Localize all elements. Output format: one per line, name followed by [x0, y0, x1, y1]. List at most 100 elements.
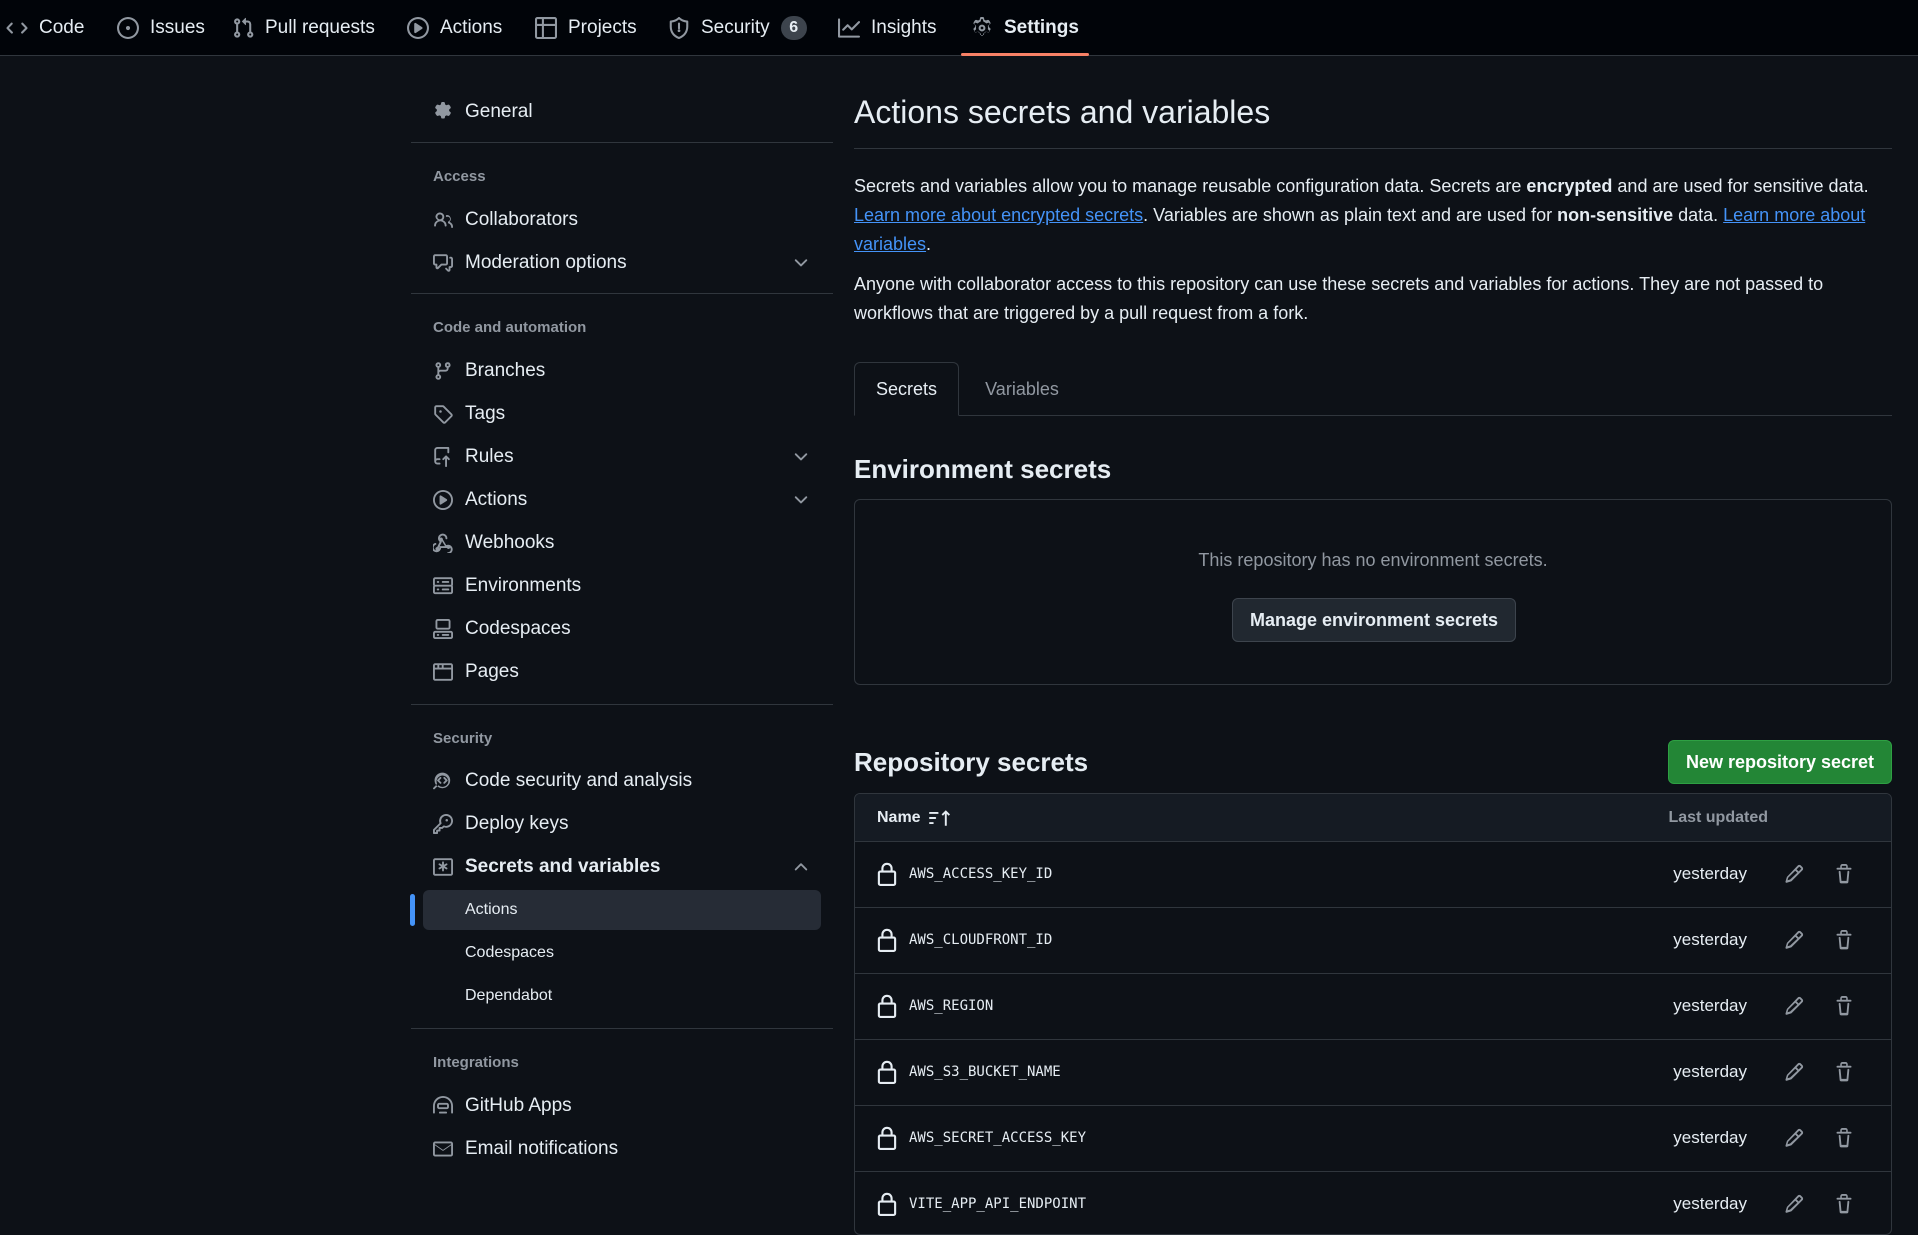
- browser-icon: [432, 661, 454, 683]
- secret-last-updated: yesterday: [1673, 996, 1747, 1015]
- chevron-down-icon: [791, 253, 811, 273]
- sidebar-item-label: Secrets and variables: [465, 856, 661, 877]
- sidebar-item-branches[interactable]: Branches: [411, 351, 833, 391]
- gear-icon: [432, 101, 454, 123]
- sidebar-subitem-dependabot[interactable]: Dependabot: [423, 976, 833, 1016]
- pencil-icon[interactable]: [1781, 927, 1807, 953]
- tab-actions[interactable]: Actions: [407, 0, 502, 56]
- table-row: AWS_S3_BUCKET_NAME yesterday: [855, 1040, 1891, 1106]
- security-counter-badge: 6: [780, 16, 807, 40]
- table-header: Name Last updated: [855, 794, 1891, 842]
- environment-secrets-empty: This repository has no environment secre…: [1198, 550, 1548, 570]
- secret-name: AWS_SECRET_ACCESS_KEY: [909, 1130, 1087, 1146]
- codespaces-icon: [432, 618, 454, 640]
- tab-security[interactable]: Security 6: [668, 0, 807, 56]
- sidebar-item-label: Codespaces: [465, 618, 571, 639]
- trash-icon[interactable]: [1831, 1191, 1857, 1217]
- sidebar-item-label: General: [465, 101, 533, 122]
- desc-text: .: [926, 234, 932, 254]
- tab-pull-requests[interactable]: Pull requests: [232, 0, 375, 56]
- sidebar-item-email-notifications[interactable]: Email notifications: [411, 1129, 833, 1169]
- sidebar-subitem-label: Actions: [465, 901, 518, 918]
- sidebar-item-codespaces[interactable]: Codespaces: [411, 609, 833, 649]
- repo-nav: Code Issues Pull requests Actions Projec…: [0, 0, 1918, 56]
- pencil-icon[interactable]: [1781, 861, 1807, 887]
- sidebar-item-label: Pages: [465, 661, 519, 682]
- tab-issues[interactable]: Issues: [117, 0, 205, 56]
- manage-environment-secrets-button[interactable]: Manage environment secrets: [1232, 598, 1516, 642]
- sidebar-subitem-codespaces[interactable]: Codespaces: [423, 933, 833, 973]
- sidebar-item-rules[interactable]: Rules: [411, 437, 833, 477]
- sidebar-item-webhooks[interactable]: Webhooks: [411, 523, 833, 563]
- sidebar-item-label: Branches: [465, 360, 546, 381]
- sidebar-item-label: Collaborators: [465, 209, 578, 230]
- sidebar-item-deploy-keys[interactable]: Deploy keys: [411, 804, 833, 844]
- codescan-icon: [432, 770, 454, 792]
- environment-secrets-box: This repository has no environment secre…: [854, 499, 1892, 685]
- tab-projects-label: Projects: [568, 17, 637, 38]
- table-row: AWS_REGION yesterday: [855, 974, 1891, 1040]
- table-icon: [535, 17, 557, 39]
- sidebar-item-code-security[interactable]: Code security and analysis: [411, 761, 833, 801]
- tab-code[interactable]: Code: [6, 0, 84, 56]
- sidebar-divider: [411, 293, 833, 294]
- trash-icon[interactable]: [1831, 861, 1857, 887]
- tab-projects[interactable]: Projects: [535, 0, 637, 56]
- tab-settings[interactable]: Settings: [961, 0, 1089, 56]
- tab-insights[interactable]: Insights: [838, 0, 936, 56]
- sidebar-item-moderation-options[interactable]: Moderation options: [411, 243, 833, 283]
- desc-bold-non-sensitive: non-sensitive: [1557, 205, 1674, 225]
- sidebar-item-tags[interactable]: Tags: [411, 394, 833, 434]
- sidebar-subitem-actions[interactable]: Actions: [423, 890, 821, 930]
- tab-secrets[interactable]: Secrets: [854, 362, 959, 416]
- sidebar-item-github-apps[interactable]: GitHub Apps: [411, 1086, 833, 1126]
- secret-name: VITE_APP_API_ENDPOINT: [909, 1196, 1087, 1212]
- desc-text: and are used for sensitive data.: [1612, 176, 1869, 196]
- sidebar-item-general[interactable]: General: [411, 92, 833, 132]
- desc-bold-encrypted: encrypted: [1526, 176, 1613, 196]
- new-repository-secret-button[interactable]: New repository secret: [1668, 740, 1892, 784]
- comment-discussion-icon: [432, 252, 454, 274]
- lock-icon: [877, 1192, 897, 1216]
- trash-icon[interactable]: [1831, 993, 1857, 1019]
- trash-icon[interactable]: [1831, 927, 1857, 953]
- page-title: Actions secrets and variables: [854, 94, 1271, 130]
- desc-text: Secrets and variables allow you to manag…: [854, 176, 1527, 196]
- trash-icon[interactable]: [1831, 1059, 1857, 1085]
- pencil-icon[interactable]: [1781, 1191, 1807, 1217]
- secrets-variables-tabs: Secrets Variables: [854, 362, 1892, 416]
- tab-code-label: Code: [39, 17, 85, 38]
- column-name-label: Name: [877, 809, 921, 826]
- tab-security-label: Security: [701, 17, 770, 38]
- sidebar-item-label: Deploy keys: [465, 813, 569, 834]
- sidebar-item-label: Webhooks: [465, 532, 555, 553]
- pencil-icon[interactable]: [1781, 993, 1807, 1019]
- sidebar-item-secrets-and-variables[interactable]: Secrets and variables: [411, 847, 833, 887]
- sidebar-item-environments[interactable]: Environments: [411, 566, 833, 606]
- sidebar-item-label: Email notifications: [465, 1138, 619, 1159]
- sidebar-item-label: Rules: [465, 446, 514, 467]
- chevron-down-icon: [791, 490, 811, 510]
- play-icon: [407, 17, 429, 39]
- secret-name: AWS_ACCESS_KEY_ID: [909, 866, 1053, 882]
- tab-variables[interactable]: Variables: [962, 362, 1082, 416]
- sidebar-item-collaborators[interactable]: Collaborators: [411, 200, 833, 240]
- trash-icon[interactable]: [1831, 1125, 1857, 1151]
- secret-last-updated: yesterday: [1673, 1194, 1747, 1213]
- people-icon: [432, 209, 454, 231]
- sidebar-item-pages[interactable]: Pages: [411, 652, 833, 692]
- tab-settings-label: Settings: [1004, 17, 1079, 38]
- secret-name: AWS_CLOUDFRONT_ID: [909, 932, 1053, 948]
- sidebar-item-actions[interactable]: Actions: [411, 480, 833, 520]
- git-pull-request-icon: [232, 17, 254, 39]
- key-asterisk-icon: [432, 856, 454, 878]
- column-name-sort[interactable]: Name: [877, 808, 953, 828]
- tab-issues-label: Issues: [150, 17, 205, 38]
- table-row: AWS_SECRET_ACCESS_KEY yesterday: [855, 1106, 1891, 1172]
- sidebar-item-label: Moderation options: [465, 252, 627, 273]
- lock-icon: [877, 994, 897, 1018]
- gear-icon: [971, 17, 993, 39]
- pencil-icon[interactable]: [1781, 1125, 1807, 1151]
- learn-more-encrypted-secrets-link[interactable]: Learn more about encrypted secrets: [854, 205, 1143, 225]
- pencil-icon[interactable]: [1781, 1059, 1807, 1085]
